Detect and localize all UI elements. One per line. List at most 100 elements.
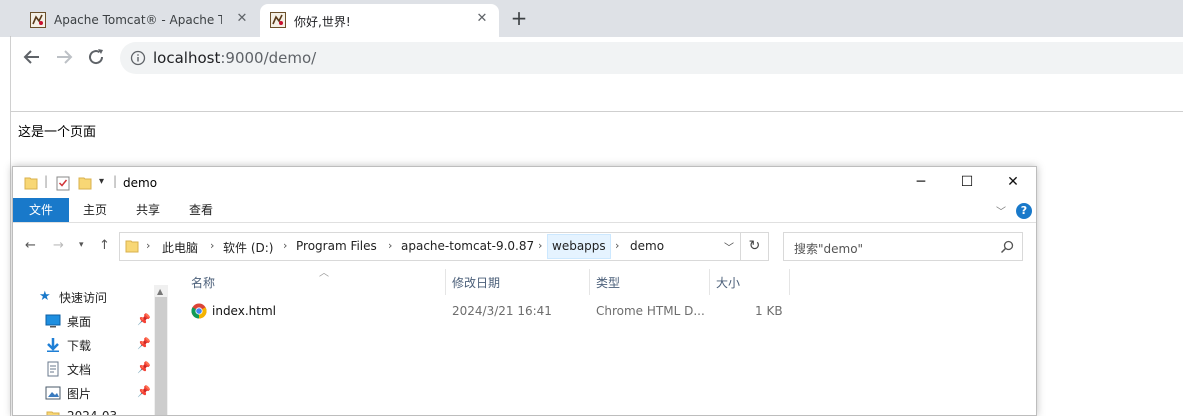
column-divider[interactable] [589, 269, 590, 295]
window-title: demo [123, 176, 158, 190]
info-icon[interactable] [130, 50, 146, 66]
search-placeholder: 搜索"demo" [794, 242, 864, 256]
customize-qat-icon[interactable]: ▾ [99, 176, 104, 187]
breadcrumb-this-pc[interactable]: 此电脑 [162, 239, 198, 256]
column-divider[interactable] [445, 269, 446, 295]
folder-icon [125, 240, 139, 253]
star-icon: ★ [39, 289, 51, 304]
browser-tabstrip: Apache Tomcat® - Apache To ✕ 你好,世界! ✕ + [0, 0, 1183, 45]
file-list: ︿ 名称 修改日期 类型 大小 index.html 2024/3/21 16:… [173, 267, 1033, 415]
chrome-icon [191, 303, 207, 319]
tab-file[interactable]: 文件 [13, 198, 69, 222]
sort-ascending-icon: ︿ [319, 268, 329, 279]
url-path: :9000/demo/ [220, 49, 317, 67]
tab-home[interactable]: 主页 [73, 198, 117, 222]
close-button[interactable]: ✕ [990, 167, 1036, 198]
breadcrumb-separator-icon[interactable]: › [146, 239, 150, 252]
tab-title: 你好,世界! [294, 15, 351, 29]
explorer-titlebar: | ▾ | demo ─ ☐ ✕ [13, 167, 1036, 198]
file-size: 1 KB [755, 304, 783, 318]
column-header-type[interactable]: 类型 [596, 274, 620, 294]
file-explorer-window: | ▾ | demo ─ ☐ ✕ 文件 主页 共享 查看 ﹀ ? ← → ▾ ↑… [12, 166, 1037, 416]
pin-icon[interactable]: 📌 [137, 337, 151, 350]
breadcrumb-demo[interactable]: demo [630, 239, 664, 253]
breadcrumb-tomcat[interactable]: apache-tomcat-9.0.87 [401, 239, 534, 253]
new-tab-button[interactable]: + [509, 8, 529, 28]
properties-icon[interactable] [55, 175, 71, 191]
new-folder-icon[interactable] [77, 175, 93, 191]
breadcrumb-separator-icon[interactable]: › [210, 239, 214, 252]
nav-label: 文档 [67, 363, 92, 377]
column-divider[interactable] [709, 269, 710, 295]
tomcat-icon [270, 12, 286, 28]
nav-pane-scrollbar[interactable]: ▲ [154, 285, 168, 415]
qat-separator: | [113, 174, 118, 188]
page-body-text: 这是一个页面 [18, 125, 97, 140]
picture-icon [45, 386, 61, 400]
refresh-icon[interactable]: ↻ [741, 232, 769, 261]
nav-label: 图片 [67, 387, 92, 401]
address-bar[interactable]: localhost:9000/demo/ [120, 42, 1183, 74]
desktop-icon [45, 314, 61, 328]
address-row: ← → ▾ ↑ › 此电脑 › 软件 (D:) › Program Files … [13, 229, 1036, 261]
browser-toolbar: localhost:9000/demo/ [10, 37, 1183, 79]
folder-icon [24, 177, 38, 190]
file-modified: 2024/3/21 16:41 [452, 304, 552, 318]
tab-close-icon[interactable]: ✕ [234, 11, 250, 27]
column-header-modified[interactable]: 修改日期 [452, 274, 500, 294]
breadcrumb-program-files[interactable]: Program Files [296, 239, 377, 253]
tab-close-icon[interactable]: ✕ [474, 11, 490, 27]
nav-label: 桌面 [67, 315, 92, 329]
folder-icon [46, 411, 60, 415]
search-icon[interactable] [999, 239, 1015, 255]
qat-separator: | [44, 174, 49, 188]
back-arrow-icon[interactable]: ← [25, 238, 36, 253]
tab-apache-tomcat[interactable]: Apache Tomcat® - Apache To ✕ [20, 4, 260, 37]
scrollbar-thumb[interactable] [155, 297, 167, 415]
tomcat-icon [30, 12, 46, 28]
tab-title: Apache Tomcat® - Apache To [54, 13, 222, 27]
toolbar-divider [10, 111, 1183, 112]
document-icon [47, 361, 59, 377]
nav-label: 下载 [67, 339, 92, 353]
breadcrumb-separator-icon[interactable]: › [615, 239, 619, 252]
expand-ribbon-icon[interactable]: ﹀ [996, 203, 1006, 218]
tab-share[interactable]: 共享 [126, 198, 170, 222]
window-edge [10, 37, 11, 416]
column-divider[interactable] [789, 269, 790, 295]
search-input[interactable]: 搜索"demo" [783, 232, 1023, 261]
minimize-button[interactable]: ─ [898, 167, 944, 198]
ribbon-tabs: 文件 主页 共享 查看 ﹀ ? [13, 198, 1036, 223]
nav-label: 快速访问 [59, 291, 108, 305]
breadcrumb-separator-icon[interactable]: › [388, 239, 392, 252]
download-icon [47, 338, 59, 352]
navigation-pane: ★ 快速访问 桌面 📌 下载 📌 文档 📌 图片 📌 2024-03 [13, 267, 169, 416]
url-text[interactable]: localhost:9000/demo/ [153, 49, 316, 67]
breadcrumb-webapps[interactable]: webapps [552, 239, 606, 253]
scroll-up-icon[interactable]: ▲ [157, 287, 163, 296]
recent-locations-icon[interactable]: ▾ [79, 240, 84, 250]
tab-hello-world[interactable]: 你好,世界! ✕ [260, 4, 499, 37]
url-host: localhost [153, 49, 221, 67]
nav-label: 2024-03 [67, 409, 118, 416]
pin-icon[interactable]: 📌 [137, 385, 151, 398]
up-arrow-icon[interactable]: ↑ [99, 238, 110, 253]
forward-arrow-icon[interactable] [52, 45, 76, 69]
address-history-dropdown-icon[interactable]: ﹀ [724, 239, 734, 254]
maximize-button[interactable]: ☐ [944, 167, 990, 198]
breadcrumb-separator-icon[interactable]: › [283, 239, 287, 252]
help-icon[interactable]: ? [1016, 203, 1032, 219]
tab-view[interactable]: 查看 [179, 198, 223, 222]
address-bar[interactable]: › 此电脑 › 软件 (D:) › Program Files › apache… [119, 232, 741, 261]
forward-arrow-icon[interactable]: → [53, 238, 64, 253]
reload-icon[interactable] [84, 45, 108, 69]
file-type: Chrome HTML D... [596, 304, 705, 318]
pin-icon[interactable]: 📌 [137, 361, 151, 374]
column-header-name[interactable]: 名称 [191, 274, 215, 294]
pin-icon[interactable]: 📌 [137, 313, 151, 326]
breadcrumb-drive-d[interactable]: 软件 (D:) [223, 239, 273, 256]
column-header-size[interactable]: 大小 [716, 274, 740, 294]
file-name[interactable]: index.html [212, 304, 276, 318]
back-arrow-icon[interactable] [20, 45, 44, 69]
breadcrumb-separator-icon[interactable]: › [538, 239, 542, 252]
